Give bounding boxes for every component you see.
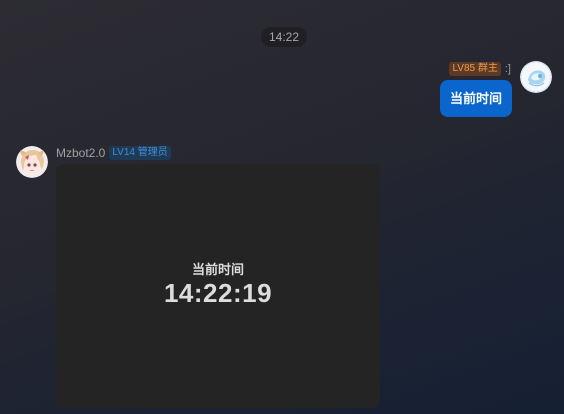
bot-avatar-icon[interactable] bbox=[16, 146, 48, 178]
admin-level-badge: LV14 管理员 bbox=[109, 146, 171, 160]
user-message-header: LV85 群主 :] bbox=[449, 61, 511, 77]
user-message-bubble[interactable]: 当前时间 bbox=[439, 80, 512, 117]
bot-message-header: Mzbot2.0 LV14 管理员 bbox=[56, 145, 171, 161]
bot-name[interactable]: Mzbot2.0 bbox=[56, 146, 105, 160]
owner-level-badge: LV85 群主 bbox=[449, 62, 501, 76]
user-avatar-icon[interactable] bbox=[520, 61, 552, 93]
user-name[interactable]: :] bbox=[505, 63, 511, 75]
card-current-time: 14:22:19 bbox=[163, 278, 273, 308]
message-timestamp: 14:22 bbox=[261, 27, 307, 47]
bot-time-card[interactable]: 当前时间 14:22:19 bbox=[56, 164, 380, 408]
card-title: 当前时间 bbox=[191, 262, 244, 277]
